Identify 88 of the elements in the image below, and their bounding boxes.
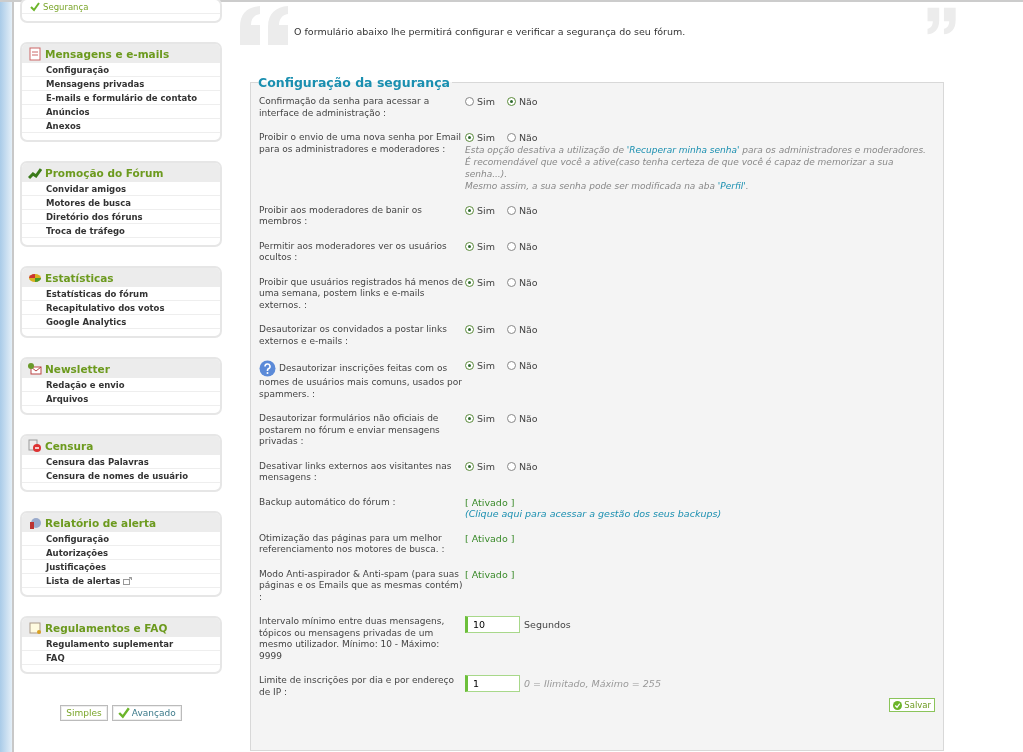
menu-item[interactable]: Regulamento suplementar bbox=[22, 637, 220, 651]
scroll-icon bbox=[28, 620, 42, 635]
menu-item[interactable]: Censura das Palavras bbox=[22, 455, 220, 469]
number-input[interactable]: 10 bbox=[465, 616, 520, 633]
menu-item[interactable]: Troca de tráfego bbox=[22, 224, 220, 238]
radio-option[interactable]: Não bbox=[506, 204, 538, 216]
document-icon bbox=[28, 46, 42, 61]
panel-title: Newsletter bbox=[45, 362, 110, 375]
mode-button[interactable]: Avançado bbox=[111, 705, 182, 721]
menu-item[interactable]: Google Analytics bbox=[22, 315, 220, 329]
external-link-icon bbox=[123, 576, 133, 585]
check-icon bbox=[117, 707, 130, 719]
radio-option[interactable]: Não bbox=[506, 96, 538, 108]
menu-item[interactable]: Anúncios bbox=[22, 105, 220, 119]
menu-item[interactable]: Estatísticas do fórum bbox=[22, 287, 220, 301]
menu-item[interactable]: E-mails e formulário de contato bbox=[22, 91, 220, 105]
radio-option[interactable]: Não bbox=[506, 240, 538, 252]
status-text: [ Ativado ] bbox=[465, 568, 516, 580]
help-icon[interactable] bbox=[259, 360, 276, 377]
hint-text: 0 = Ilimitado, Máximo = 255 bbox=[524, 677, 661, 690]
radio-option[interactable]: Não bbox=[506, 132, 538, 144]
field-label: Limite de inscrições por dia e por endereço de IP : bbox=[259, 675, 455, 698]
backup-link[interactable]: (Clique aqui para acessar a gestão dos seus backups) bbox=[465, 508, 722, 519]
menu-item[interactable]: Justificações bbox=[22, 560, 220, 574]
radio-option[interactable]: Sim bbox=[465, 413, 495, 425]
field-label: Intervalo mínimo entre duas mensagens, tópicos ou mensagens privadas de um mesmo utilizador. Mínimo: 10 - Máximo: 9999 bbox=[259, 616, 446, 662]
status-text: [ Ativado ] bbox=[465, 532, 516, 544]
radio-option[interactable]: Sim bbox=[465, 204, 495, 216]
field-label: Otimização das páginas para um melhor referenciamento nos motores de busca. : bbox=[259, 532, 446, 556]
status-text: [ Ativado ] bbox=[465, 496, 516, 508]
menu-item[interactable]: Mensagens privadas bbox=[22, 77, 220, 91]
radio-option[interactable]: Não bbox=[506, 324, 538, 336]
menu-item[interactable]: Configuração bbox=[22, 532, 220, 546]
radio-option[interactable]: Não bbox=[506, 460, 538, 472]
radio-option[interactable]: Sim bbox=[465, 360, 495, 372]
menu-item[interactable]: Redação e envio bbox=[22, 378, 220, 392]
panel-title: Regulamentos e FAQ bbox=[45, 621, 168, 634]
field-label: Desautorizar os convidados a postar links externos e e-mails : bbox=[259, 324, 448, 347]
field-label: Proibir aos moderadores de banir os membros : bbox=[259, 204, 423, 228]
note-link[interactable]: 'Perfil' bbox=[717, 180, 746, 191]
menu-item[interactable]: Recapitulativo dos votos bbox=[22, 301, 220, 315]
check-icon bbox=[30, 1, 40, 12]
panel-title: Censura bbox=[45, 439, 94, 452]
menu-item[interactable]: Motores de busca bbox=[22, 196, 220, 210]
field-label: Proibir que usuários registrados há menos de uma semana, postem links e e-mails externos. : bbox=[259, 276, 465, 311]
menu-item[interactable]: Convidar amigos bbox=[22, 182, 220, 196]
note-link[interactable]: 'Recuperar minha senha' bbox=[626, 144, 740, 155]
radio-option[interactable]: Sim bbox=[465, 460, 495, 472]
save-button[interactable]: Salvar bbox=[889, 698, 935, 712]
panel-title: Relatório de alerta bbox=[45, 516, 157, 529]
radio-option[interactable]: Não bbox=[506, 413, 538, 425]
radio-option[interactable]: Sim bbox=[465, 132, 495, 144]
unit-label: Segundos bbox=[524, 618, 571, 631]
menu-item[interactable]: Diretório dos fóruns bbox=[22, 210, 220, 224]
alert-icon bbox=[28, 515, 42, 530]
help-note: Mesmo assim, a sua senha pode ser modificada na aba 'Perfil'. bbox=[465, 179, 750, 192]
radio-option[interactable]: Não bbox=[506, 276, 538, 288]
field-label: Confirmação da senha para acessar a interface de administração : bbox=[259, 96, 431, 119]
menu-item[interactable]: Lista de alertas bbox=[22, 574, 220, 588]
menu-item[interactable]: Anexos bbox=[22, 119, 220, 133]
menu-item[interactable]: Arquivos bbox=[22, 392, 220, 406]
form-title: Configuração da segurança bbox=[258, 75, 451, 90]
menu-item[interactable]: Autorizações bbox=[22, 546, 220, 560]
radio-option[interactable]: Sim bbox=[465, 324, 495, 336]
help-note: É recomendável que você a ative(caso tenha certeza de que você é capaz de memorizar a sua senha...). bbox=[465, 155, 895, 180]
field-label: Desautorizar inscrições feitas com os nomes de usuários mais comuns, usados por spammers. : bbox=[259, 360, 465, 400]
field-label: Modo Anti-aspirador & Anti-spam (para suas páginas e os Emails que as mesmas contém) : bbox=[259, 568, 464, 603]
chart-icon bbox=[28, 165, 42, 180]
field-label: Desativar links externos aos visitantes nas mensagens : bbox=[259, 460, 453, 484]
field-label: Backup automático do fórum : bbox=[259, 496, 397, 508]
field-label: Permitir aos moderadores ver os usuários ocultos : bbox=[259, 240, 448, 264]
radio-option[interactable]: Sim bbox=[465, 96, 495, 108]
field-label: Desautorizar formulários não oficiais de postarem no fórum e enviar mensagens privadas : bbox=[259, 413, 441, 448]
panel-title: Estatísticas bbox=[45, 271, 114, 284]
panel-title: Mensagens e e-mails bbox=[45, 47, 170, 60]
number-input[interactable]: 1 bbox=[465, 675, 520, 692]
envelope-icon bbox=[28, 361, 42, 376]
menu-item[interactable]: Configuração bbox=[22, 63, 220, 77]
field-label: Proibir o envio de uma nova senha por Email para os administradores e moderadores : bbox=[259, 132, 462, 155]
radio-option[interactable]: Sim bbox=[465, 276, 495, 288]
menu-item[interactable]: FAQ bbox=[22, 651, 220, 665]
menu-item[interactable]: Censura de nomes de usuário bbox=[22, 469, 220, 483]
check-circle-icon bbox=[893, 700, 903, 710]
panel-title: Promoção do Fórum bbox=[45, 166, 164, 179]
radio-option[interactable]: Não bbox=[506, 360, 538, 372]
intro-text: O formulário abaixo lhe permitirá configurar e verificar a segurança do seu fórum. bbox=[294, 26, 687, 37]
help-note: Esta opção desativa a utilização de 'Recuperar minha senha' para os administradores e moderadores. bbox=[465, 143, 927, 156]
radio-option[interactable]: Sim bbox=[465, 240, 495, 252]
